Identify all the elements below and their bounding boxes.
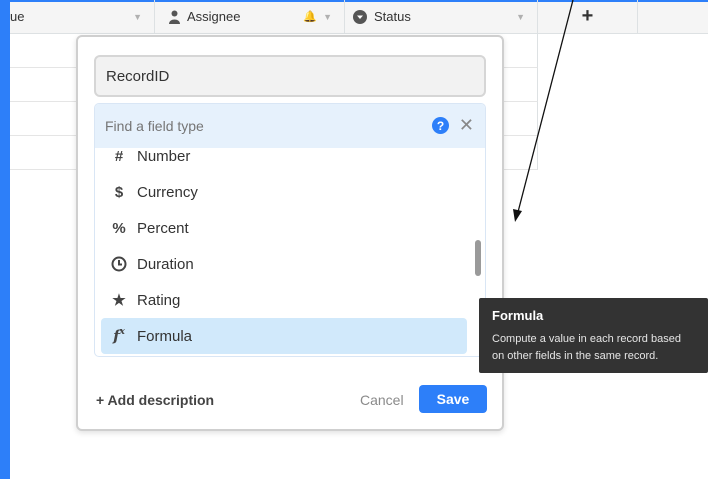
field-type-label: Formula (137, 327, 193, 345)
save-button[interactable]: Save (419, 385, 487, 413)
field-type-label: Percent (137, 219, 189, 237)
field-type-panel: ? ✕ # Number $ Currency % Percent Durati… (94, 103, 486, 357)
field-type-option-number[interactable]: # Number (101, 138, 467, 174)
chevron-down-icon[interactable]: ▼ (133, 12, 142, 22)
chevron-down-icon[interactable]: ▼ (323, 12, 332, 22)
bell-icon: 🔔 (303, 10, 317, 23)
field-type-label: Currency (137, 183, 198, 201)
field-type-option-currency[interactable]: $ Currency (101, 174, 467, 210)
column-header-assignee-label: Assignee (187, 9, 241, 24)
dollar-icon: $ (114, 183, 124, 201)
function-icon: fx (113, 327, 125, 345)
field-type-option-rating[interactable]: ★ Rating (101, 282, 467, 318)
status-select-icon (353, 9, 367, 24)
field-type-option-duration[interactable]: Duration (101, 246, 467, 282)
field-type-label: Duration (137, 255, 194, 273)
field-type-label: Number (137, 147, 191, 165)
field-name-input[interactable] (94, 55, 486, 97)
field-type-tooltip: Formula Compute a value in each record b… (479, 298, 708, 373)
tooltip-title: Formula (492, 308, 544, 323)
field-type-search-input[interactable] (105, 118, 405, 134)
field-type-option-percent[interactable]: % Percent (101, 210, 467, 246)
help-icon[interactable]: ? (432, 117, 449, 134)
close-icon[interactable]: ✕ (459, 115, 474, 136)
scrollbar-thumb[interactable] (475, 240, 481, 276)
column-header-partial-label: ue (10, 9, 25, 24)
column-header-status-label: Status (374, 9, 411, 24)
clock-icon (109, 256, 129, 272)
user-icon (169, 10, 180, 24)
field-type-label: Rating (137, 291, 181, 309)
chevron-down-icon[interactable]: ▼ (516, 12, 525, 22)
hash-icon: # (114, 147, 124, 165)
column-header-status[interactable]: Status ▼ (345, 0, 538, 34)
column-header-partial[interactable]: ue ▼ (10, 0, 155, 34)
percent-icon: % (112, 219, 126, 237)
tooltip-body: Compute a value in each record based on … (492, 333, 681, 362)
star-icon: ★ (112, 292, 126, 309)
grid-header: ue ▼ Assignee 🔔 ▼ Status ▼ + (10, 0, 708, 34)
left-background-strip (0, 0, 10, 479)
field-config-dialog: ? ✕ # Number $ Currency % Percent Durati… (76, 35, 504, 431)
add-description-link[interactable]: + Add description (96, 392, 214, 408)
field-type-option-formula[interactable]: fx Formula (101, 318, 467, 354)
cancel-button[interactable]: Cancel (360, 392, 404, 408)
add-column-button[interactable]: + (538, 0, 638, 34)
plus-icon: + (581, 5, 594, 27)
column-header-assignee[interactable]: Assignee 🔔 ▼ (155, 0, 345, 34)
